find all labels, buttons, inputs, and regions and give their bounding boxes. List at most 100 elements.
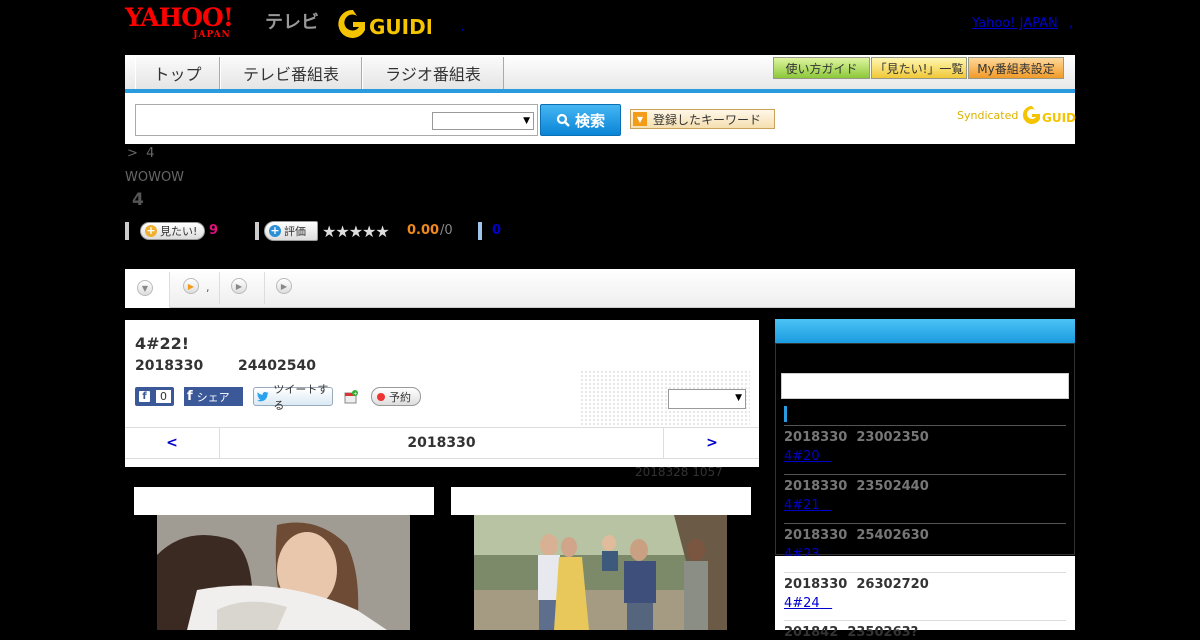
episode-date: 2018330 [135, 358, 204, 374]
facebook-icon: f [139, 391, 150, 402]
date-navigator: < 2018330 > [125, 427, 759, 459]
prev-date-cell: < [125, 428, 220, 458]
gguide-logo[interactable]: GUIDE [335, 6, 431, 40]
review-count-link[interactable]: 0 [492, 223, 501, 238]
yahoo-japan-link[interactable]: Yahoo! JAPAN [972, 16, 1058, 31]
thumbnail-caption [134, 487, 434, 515]
last-updated: 2018328 1057 [635, 465, 723, 479]
tv-label[interactable]: テレビ [265, 8, 319, 34]
gguide-small-logo: GUIDE [1023, 105, 1076, 125]
nav-tab-top[interactable]: トップ [135, 57, 220, 89]
svg-text:+: + [353, 391, 357, 397]
calendar-plus-icon: + [344, 390, 358, 404]
plus-icon: + [269, 224, 281, 237]
rating-stars: ★★★★★ [322, 222, 390, 241]
sidebar-lower-list [775, 556, 1075, 630]
sidebar-episode-link[interactable]: 4#21 [784, 498, 832, 513]
tab-divider [219, 272, 220, 304]
breadcrumb-separator: > [127, 146, 138, 161]
divider [784, 572, 1066, 573]
channel-name: WOWOW [125, 170, 185, 185]
share-label: シェア [196, 390, 230, 404]
reserve-button[interactable]: 予約 [371, 387, 421, 406]
plus-icon: + [145, 224, 157, 237]
rating-value: 0.00 [407, 223, 440, 238]
saved-keywords-button[interactable]: ▼ 登録したキーワード [630, 109, 775, 129]
next-date-link[interactable]: > [706, 435, 718, 451]
divider [784, 425, 1066, 426]
sidebar-episode-date: 2018330 23002350 [784, 430, 929, 445]
divider [784, 474, 1066, 475]
divider [255, 222, 259, 240]
sidebar-episode-link[interactable]: 4#20 [784, 449, 832, 464]
prev-date-link[interactable]: < [166, 435, 178, 451]
sidebar-header [775, 319, 1075, 343]
tab-fourth[interactable]: ▶ [276, 278, 292, 294]
episode-title: 4#22! [135, 334, 190, 353]
tweet-button[interactable]: ツイートする [253, 383, 333, 412]
yahoo-japan-logo[interactable]: YAHOO! JAPAN [125, 3, 234, 41]
header-dot: , [461, 22, 465, 33]
syndicated-label: Syndicated [957, 108, 1019, 122]
breadcrumb-item[interactable]: 4 [146, 146, 154, 161]
tweet-label: ツイートする [273, 382, 329, 412]
sidebar-input[interactable] [781, 373, 1069, 399]
global-nav: トップ テレビ番組表 ラジオ番組表 使い方ガイド 「見たい!」一覧 My番組表設… [125, 55, 1075, 93]
nav-tab-radio-listings[interactable]: ラジオ番組表 [362, 57, 504, 89]
play-icon: ▶ [231, 278, 247, 294]
divider [125, 222, 129, 240]
svg-text:GUIDE: GUIDE [1042, 111, 1076, 125]
search-category-select[interactable]: ▼ [432, 112, 534, 130]
search-button[interactable]: 検索 [540, 104, 621, 136]
tab-divider [264, 272, 265, 304]
chevron-down-icon: ▼ [137, 280, 153, 296]
next-date-cell: > [663, 428, 760, 458]
my-listings-settings-button[interactable]: My番組表設定 [968, 57, 1064, 79]
rate-button[interactable]: + 評価 [264, 221, 318, 241]
reserve-label: 予約 [389, 390, 411, 404]
episode-photo-hug[interactable] [157, 515, 410, 630]
episode-time: 24402540 [238, 358, 316, 374]
facebook-share-button[interactable]: f シェア [184, 387, 243, 406]
add-to-list-button[interactable]: + [344, 389, 358, 404]
divider [784, 620, 1066, 621]
want-button[interactable]: + 見たい! [140, 222, 205, 240]
sidebar-episode-date: 2018330 26302720 [784, 577, 929, 592]
nav-tab-tv-listings[interactable]: テレビ番組表 [220, 57, 362, 89]
sidebar-episode-date: 2018330 25402630 [784, 528, 929, 543]
sidebar-episode-date: 201842 2350263? [784, 625, 919, 640]
want-count: 9 [209, 223, 219, 238]
episode-photo-family[interactable] [474, 515, 727, 630]
facebook-count: 0 [156, 390, 171, 403]
saved-keywords-label: 登録したキーワード [653, 112, 762, 127]
divider [784, 523, 1066, 524]
chevron-down-icon: ▼ [735, 393, 742, 403]
play-icon: ▶ [183, 278, 199, 294]
tab-third[interactable]: ▶ [231, 278, 247, 294]
program-title: 4 [132, 190, 144, 210]
gguide-logo-text: GUIDE [369, 15, 431, 39]
facebook-like-button[interactable]: f 0 [135, 387, 174, 406]
want-label: 見たい! [160, 225, 198, 238]
thumbnail-caption [451, 487, 751, 515]
yahoo-logo-text: YAHOO! [125, 3, 234, 32]
tab-second[interactable]: ▶ [183, 278, 199, 294]
search-icon [556, 113, 570, 127]
play-icon: ▶ [276, 278, 292, 294]
twitter-bird-icon [257, 391, 269, 402]
record-icon [377, 392, 385, 401]
program-tab-bar: ▼ ▶ , ▶ ▶ [125, 269, 1075, 308]
triangle-down-icon: ▼ [633, 112, 647, 126]
sidebar-episode-link[interactable]: 4#24 [784, 596, 832, 611]
sidebar-section-marker [784, 406, 787, 422]
breadcrumb: > 4 [127, 146, 154, 161]
search-button-label: 検索 [574, 111, 605, 130]
chevron-down-icon: ▼ [523, 116, 530, 126]
usage-guide-button[interactable]: 使い方ガイド [773, 57, 870, 79]
divider [478, 222, 482, 240]
tab-second-label: , [206, 281, 210, 294]
syndicated-gguide-badge: Syndicated GUIDE [957, 104, 1076, 126]
episode-action-select[interactable]: ▼ [668, 389, 746, 409]
tab-detail[interactable]: ▼ [125, 272, 170, 308]
want-list-button[interactable]: 「見たい!」一覧 [871, 57, 967, 79]
